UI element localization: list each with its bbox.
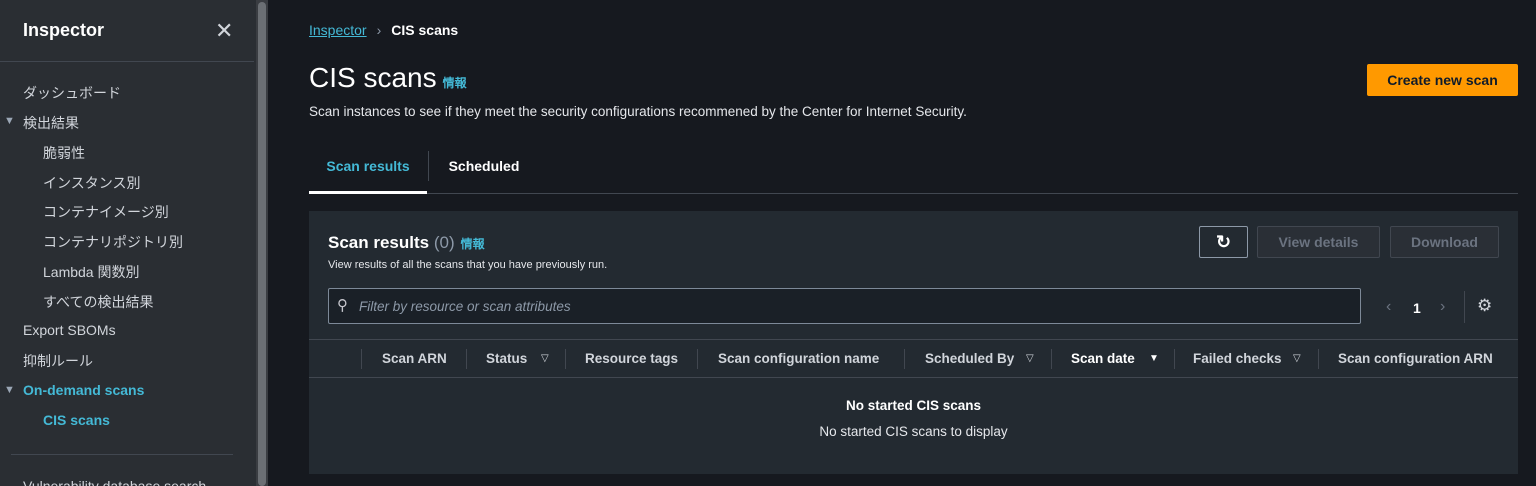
next-page-icon[interactable]: › [1440, 298, 1445, 316]
page-title-text: CIS scans [309, 62, 437, 93]
panel-title: Scan results (0) 情報 [328, 233, 485, 253]
filter-field: ⚲ [328, 288, 1361, 324]
panel-title-text: Scan results [328, 233, 430, 252]
column-resource-tags[interactable]: Resource tags [585, 351, 678, 366]
empty-state-message: No started CIS scans to display [819, 424, 1008, 439]
sort-descending-icon[interactable]: ▼ [1149, 353, 1159, 364]
refresh-icon: ↻ [1215, 231, 1232, 252]
result-count: (0) [433, 233, 455, 252]
breadcrumb-current: CIS scans [391, 22, 459, 38]
chevron-right-icon: › [376, 22, 382, 38]
sidebar-item-by-instance[interactable]: インスタンス別 [43, 173, 140, 193]
sidebar-item-on-demand-scans[interactable]: On-demand scans [23, 382, 144, 398]
column-divider [361, 349, 362, 369]
tab-scan-results[interactable]: Scan results [309, 150, 427, 194]
sidebar-item-vulnerabilities[interactable]: 脆弱性 [43, 143, 85, 163]
column-scan-configuration-name[interactable]: Scan configuration name [718, 351, 879, 366]
column-divider [565, 349, 566, 369]
view-details-button[interactable]: View details [1257, 226, 1380, 258]
column-divider [904, 349, 905, 369]
column-failed-checks[interactable]: Failed checks [1193, 351, 1282, 366]
table-header: Scan ARN Status ▽ Resource tags Scan con… [309, 339, 1518, 378]
sidebar-item-dashboard[interactable]: ダッシュボード [23, 83, 121, 103]
column-scan-arn[interactable]: Scan ARN [382, 351, 447, 366]
info-link[interactable]: 情報 [461, 237, 485, 251]
breadcrumb-inspector-link[interactable]: Inspector [309, 22, 367, 38]
column-status[interactable]: Status [486, 351, 527, 366]
search-icon: ⚲ [337, 297, 348, 314]
sidebar-item-by-container-repo[interactable]: コンテナリポジトリ別 [43, 232, 183, 252]
empty-state-title: No started CIS scans [845, 398, 982, 413]
caret-down-icon[interactable]: ▼ [4, 384, 15, 396]
close-icon[interactable]: ✕ [215, 18, 233, 44]
divider [11, 454, 233, 455]
breadcrumb: Inspector › CIS scans [309, 22, 458, 38]
page-description: Scan instances to see if they meet the s… [309, 104, 967, 119]
tabs: Scan results Scheduled [309, 150, 1518, 194]
column-divider [1318, 349, 1319, 369]
refresh-button[interactable]: ↻ [1199, 226, 1248, 258]
panel-subtitle: View results of all the scans that you h… [328, 259, 608, 271]
sidebar-item-suppression-rules[interactable]: 抑制ルール [23, 351, 93, 371]
sidebar-item-by-lambda[interactable]: Lambda 関数別 [43, 262, 139, 282]
gear-icon[interactable]: ⚙ [1477, 296, 1492, 316]
sort-icon[interactable]: ▽ [541, 353, 549, 364]
column-scan-configuration-arn[interactable]: Scan configuration ARN [1338, 351, 1493, 366]
previous-page-icon[interactable]: ‹ [1386, 298, 1391, 316]
sidebar-item-findings[interactable]: 検出結果 [23, 113, 79, 133]
page-number[interactable]: 1 [1413, 300, 1421, 316]
caret-down-icon[interactable]: ▼ [4, 115, 15, 127]
sidebar-item-cis-scans[interactable]: CIS scans [43, 412, 110, 428]
sort-icon[interactable]: ▽ [1293, 353, 1301, 364]
side-navigation: Inspector ✕ ダッシュボード ▼ 検出結果 脆弱性 インスタンス別 コ… [0, 0, 256, 486]
column-divider [1051, 349, 1052, 369]
divider [1464, 291, 1465, 323]
scan-results-panel: Scan results (0) 情報 View results of all t… [309, 211, 1518, 474]
divider [0, 61, 254, 62]
sidebar-item-vulnerability-search[interactable]: Vulnerability database search [23, 478, 206, 486]
sidebar-title: Inspector [23, 20, 105, 40]
sort-icon[interactable]: ▽ [1026, 353, 1034, 364]
tab-scheduled[interactable]: Scheduled [429, 150, 539, 194]
column-divider [466, 349, 467, 369]
sidebar-item-all-findings[interactable]: すべての検出結果 [43, 292, 153, 312]
scrollbar-thumb[interactable] [258, 2, 266, 486]
column-divider [1174, 349, 1175, 369]
create-new-scan-button[interactable]: Create new scan [1367, 64, 1518, 96]
page-title: CIS scans 情報 [309, 62, 467, 94]
filter-input[interactable] [359, 289, 1349, 323]
download-button[interactable]: Download [1390, 226, 1499, 258]
sidebar-scrollbar[interactable] [256, 0, 268, 486]
info-link[interactable]: 情報 [443, 76, 467, 90]
column-scheduled-by[interactable]: Scheduled By [925, 351, 1014, 366]
sidebar-item-by-container-image[interactable]: コンテナイメージ別 [43, 202, 169, 222]
column-divider [697, 349, 698, 369]
column-scan-date[interactable]: Scan date [1071, 351, 1135, 366]
sidebar-item-export-sboms[interactable]: Export SBOMs [23, 322, 116, 338]
